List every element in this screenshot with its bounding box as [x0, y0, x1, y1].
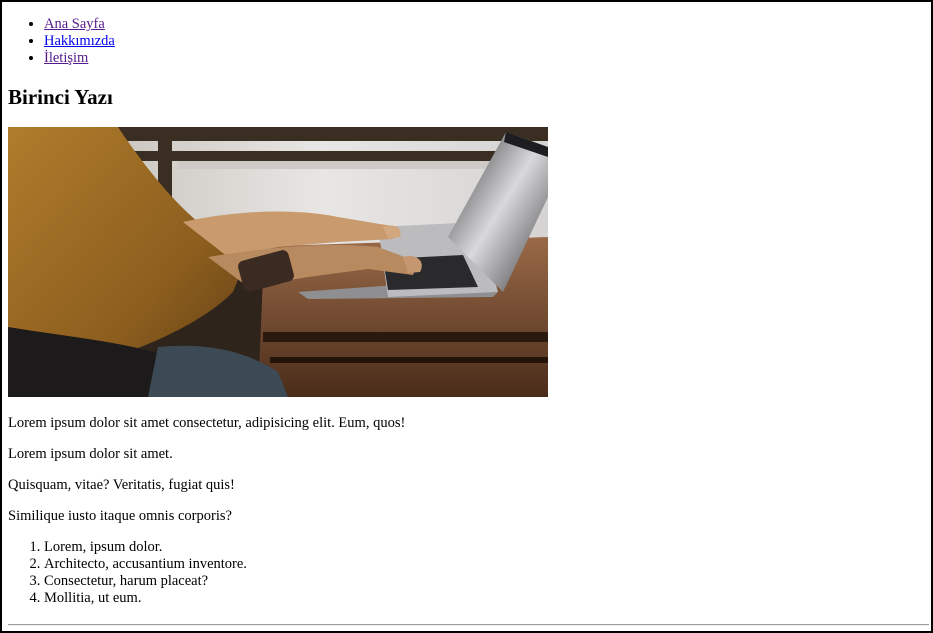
nav-item-about: Hakkımızda — [44, 33, 928, 50]
post-paragraph-2: Lorem ipsum dolor sit amet. — [8, 446, 173, 462]
nav-link-contact[interactable]: İletişim — [44, 50, 88, 66]
list-item: Lorem, ipsum dolor. — [44, 539, 928, 556]
list-item: Architecto, accusantium inventore. — [44, 556, 928, 573]
nav-item-contact: İletişim — [44, 50, 928, 67]
post-ordered-list: Lorem, ipsum dolor. Architecto, accusant… — [8, 539, 928, 607]
main-nav: Ana Sayfa Hakkımızda İletişim — [8, 16, 928, 67]
post-paragraph-1: Lorem ipsum dolor sit amet consectetur, … — [8, 415, 406, 431]
page-content: Ana Sayfa Hakkımızda İletişim Birinci Ya… — [8, 16, 928, 607]
nav-link-about[interactable]: Hakkımızda — [44, 33, 115, 49]
list-item: Consectetur, harum placeat? — [44, 573, 928, 590]
post-paragraph-4: Similique iusto itaque omnis corporis? — [8, 508, 232, 524]
nav-item-home: Ana Sayfa — [44, 16, 928, 33]
horizontal-divider — [8, 624, 929, 626]
post-title: Birinci Yazı — [8, 85, 113, 109]
post-hero-image — [8, 127, 548, 397]
post-paragraph-3: Quisquam, vitae? Veritatis, fugiat quis! — [8, 477, 235, 493]
nav-link-home[interactable]: Ana Sayfa — [44, 16, 105, 32]
browser-viewport: Ana Sayfa Hakkımızda İletişim Birinci Ya… — [0, 0, 933, 633]
list-item: Mollitia, ut eum. — [44, 590, 928, 607]
